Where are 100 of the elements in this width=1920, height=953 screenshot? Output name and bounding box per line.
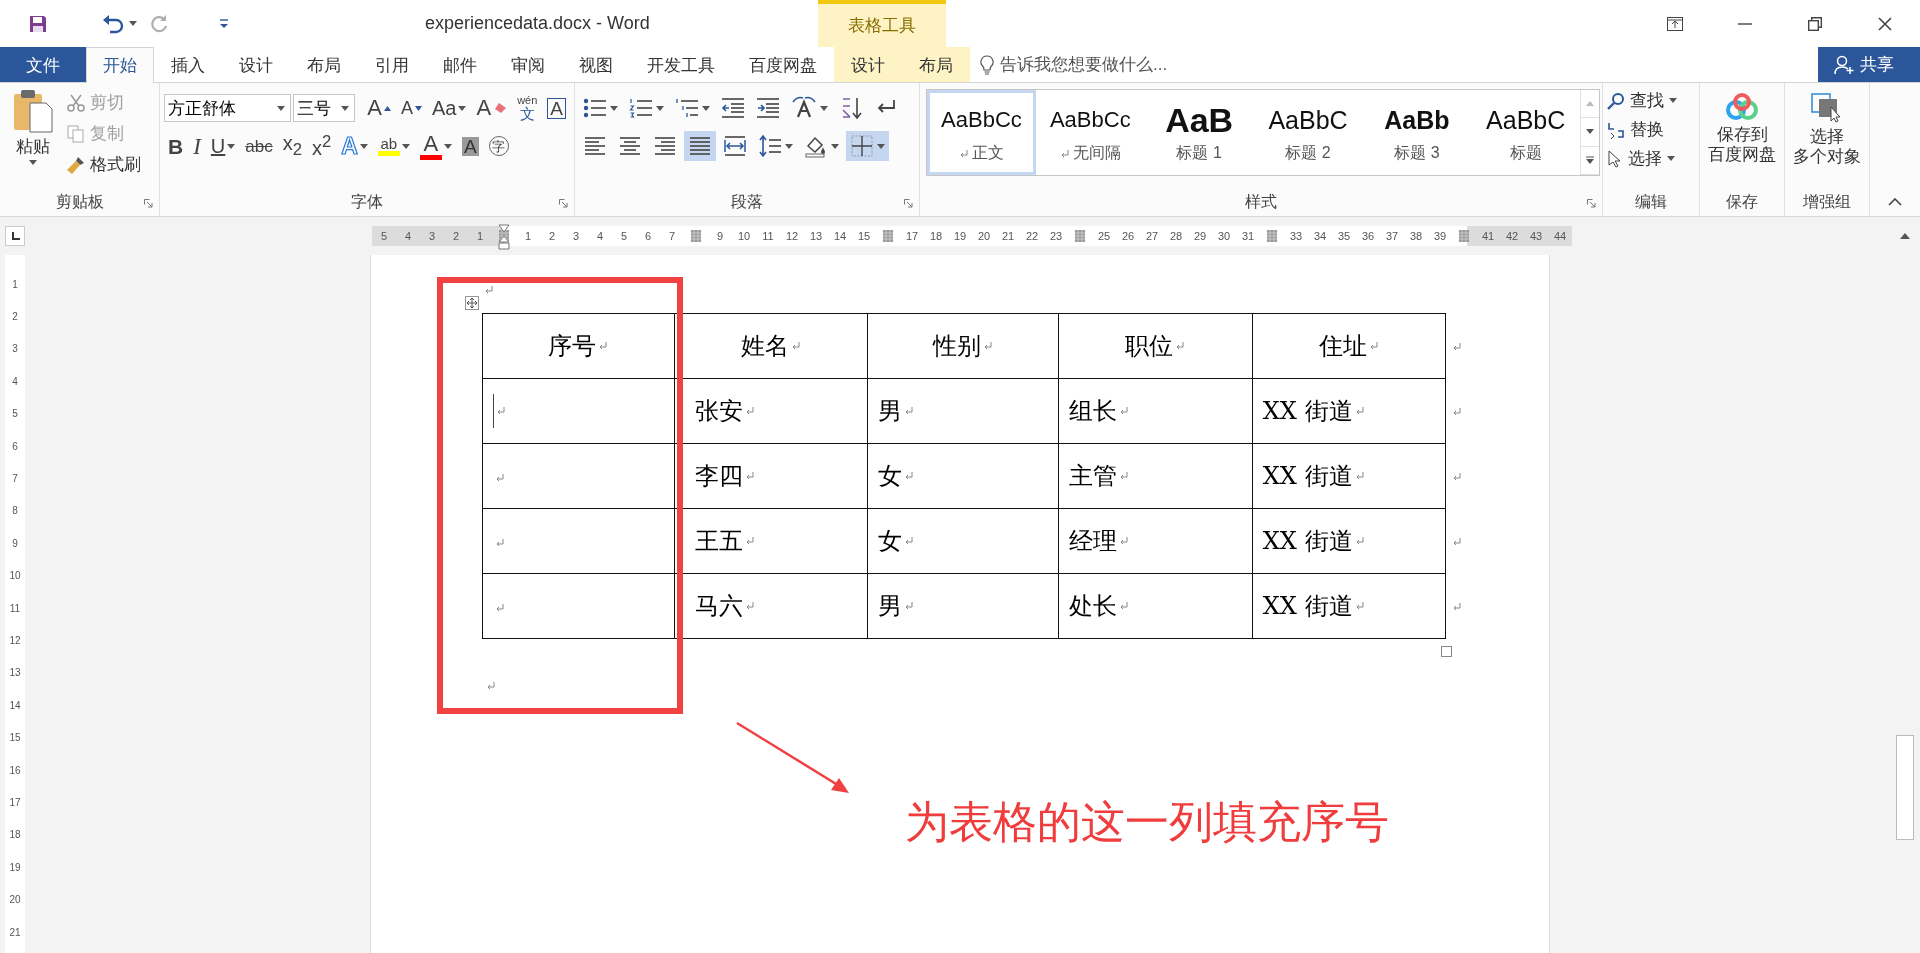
ruler-number: 29 bbox=[1193, 230, 1207, 242]
character-scale-icon bbox=[791, 96, 817, 120]
ruler-number: 12 bbox=[785, 230, 799, 242]
strikethrough-button[interactable]: abc bbox=[241, 131, 277, 161]
ruler-number: 43 bbox=[1529, 230, 1543, 242]
tab-selector[interactable] bbox=[5, 226, 25, 246]
style-item[interactable]: AaB 标题 1 bbox=[1144, 90, 1254, 175]
style-item[interactable]: AaBbC 标题 bbox=[1471, 90, 1581, 175]
scissors-icon bbox=[66, 92, 86, 113]
phonetic-guide-button[interactable]: wén 文 bbox=[513, 93, 542, 123]
ribbon-tab[interactable]: 视图 bbox=[562, 47, 630, 82]
borders-button[interactable] bbox=[846, 131, 889, 161]
ribbon-tab[interactable]: 布局 bbox=[290, 47, 358, 82]
eraser-icon bbox=[493, 102, 508, 114]
ruler-number: 3 bbox=[572, 230, 580, 242]
style-item[interactable]: AaBb 标题 3 bbox=[1362, 90, 1472, 175]
font-name-field[interactable]: 方正舒体 bbox=[164, 94, 291, 122]
style-item[interactable]: AaBbC 标题 2 bbox=[1253, 90, 1363, 175]
paragraph-mark-icon bbox=[1118, 471, 1129, 481]
script-button[interactable]: x$^{2}$ bbox=[308, 131, 336, 161]
up-triangle-icon bbox=[383, 105, 391, 111]
dialog-launcher-icon[interactable] bbox=[559, 199, 568, 208]
change-case-button[interactable]: Aa bbox=[427, 93, 471, 123]
table-resize-handle[interactable] bbox=[1440, 646, 1452, 657]
paragraph-mark-icon bbox=[1118, 601, 1129, 611]
paragraph-mark-icon bbox=[494, 602, 505, 613]
scrollbar-thumb[interactable] bbox=[1896, 735, 1915, 840]
script-button[interactable]: x$_{2}$ bbox=[278, 131, 306, 161]
tell-me-field[interactable]: 告诉我您想要做什么... bbox=[970, 47, 1192, 82]
column-marker-icon[interactable] bbox=[1459, 230, 1469, 242]
ribbon-tab[interactable]: 引用 bbox=[358, 47, 426, 82]
style-item[interactable]: AaBbCc 无间隔 bbox=[1035, 90, 1145, 175]
cloud-logo-icon bbox=[1725, 93, 1759, 121]
increase-indent-icon bbox=[756, 96, 780, 120]
bold-button[interactable]: B bbox=[164, 131, 188, 161]
dialog-launcher-icon[interactable] bbox=[904, 199, 913, 208]
highlight-button[interactable]: ab bbox=[373, 131, 414, 161]
table-move-handle-icon[interactable] bbox=[464, 296, 479, 310]
ruler-number: 22 bbox=[1025, 230, 1039, 242]
align-center-icon bbox=[618, 134, 642, 158]
share-button[interactable]: 共享 bbox=[1818, 47, 1920, 82]
ruler-number: 13 bbox=[9, 667, 21, 679]
ribbon-tab[interactable]: 百度网盘 bbox=[732, 47, 834, 82]
align-left-icon bbox=[583, 134, 607, 158]
ribbon-tab[interactable]: 审阅 bbox=[494, 47, 562, 82]
enclose-characters-button[interactable]: 字 bbox=[484, 131, 513, 161]
file-tab[interactable]: 文件 bbox=[0, 47, 86, 82]
ribbon-tab[interactable]: 开始 bbox=[86, 47, 154, 83]
ruler-number: 28 bbox=[1169, 230, 1183, 242]
caret-icon bbox=[458, 105, 467, 111]
format-painter-button[interactable]: 格式刷 bbox=[66, 151, 141, 178]
ribbon-tab[interactable]: 插入 bbox=[154, 47, 222, 82]
table-cell: 王五 bbox=[674, 508, 868, 574]
borders-icon bbox=[850, 134, 874, 158]
paragraph-mark-icon bbox=[790, 341, 801, 351]
paragraph-mark-icon bbox=[982, 341, 993, 351]
grow-font-button[interactable]: A bbox=[363, 93, 395, 123]
ribbon-tab[interactable]: 设计 bbox=[834, 47, 902, 82]
style-item[interactable]: AaBbCc 正文 bbox=[927, 90, 1036, 175]
replace-button[interactable]: 替换 bbox=[1607, 116, 1695, 143]
collapse-ribbon-icon[interactable] bbox=[1888, 198, 1902, 206]
ribbon-tab[interactable]: 设计 bbox=[222, 47, 290, 82]
column-marker-icon[interactable] bbox=[883, 230, 893, 242]
italic-button[interactable]: I bbox=[189, 131, 205, 161]
column-marker-icon[interactable] bbox=[691, 230, 701, 242]
underline-button[interactable]: U bbox=[206, 131, 240, 161]
ruler-number: 25 bbox=[1097, 230, 1111, 242]
ribbon-tab[interactable]: 布局 bbox=[902, 47, 970, 82]
down-triangle-icon bbox=[414, 105, 422, 111]
caret-icon bbox=[401, 143, 410, 149]
font-size-field[interactable]: 三号 bbox=[292, 94, 356, 122]
ruler-number: 26 bbox=[1121, 230, 1135, 242]
multilevel-list-icon bbox=[675, 96, 699, 120]
indent-marker-icon[interactable] bbox=[498, 224, 510, 250]
up-triangle-icon bbox=[1586, 101, 1595, 107]
shrink-font-button[interactable]: A bbox=[396, 93, 426, 123]
column-marker-icon[interactable] bbox=[1267, 230, 1277, 242]
paragraph-mark-icon bbox=[483, 285, 494, 295]
table-cell: XX 街道 bbox=[1252, 508, 1446, 574]
text-effects-button[interactable]: A bbox=[337, 131, 372, 161]
character-shading-button[interactable]: A bbox=[457, 131, 483, 161]
column-marker-icon[interactable] bbox=[1075, 230, 1085, 242]
clear-formatting-button[interactable]: A bbox=[472, 93, 512, 123]
font-color-button[interactable]: A bbox=[415, 131, 456, 161]
person-icon bbox=[1834, 54, 1854, 75]
save-to-cloud-button[interactable]: 保存到 百度网盘 bbox=[1704, 89, 1780, 188]
select-button[interactable]: 选择 bbox=[1607, 145, 1695, 172]
paragraph-mark-icon bbox=[485, 681, 496, 691]
dialog-launcher-icon[interactable] bbox=[144, 199, 153, 208]
table-cell: 男 bbox=[867, 573, 1059, 639]
table-header-cell: 住址 bbox=[1252, 313, 1446, 379]
find-button[interactable]: 查找 bbox=[1607, 87, 1695, 114]
paintbrush-icon bbox=[66, 154, 86, 175]
justify-button[interactable] bbox=[684, 131, 716, 161]
paste-button[interactable]: 粘贴 bbox=[4, 89, 62, 188]
dialog-launcher-icon[interactable] bbox=[1587, 199, 1596, 208]
ribbon-tab[interactable]: 邮件 bbox=[426, 47, 494, 82]
ruler-number: 4 bbox=[404, 230, 412, 242]
select-objects-button[interactable]: 选择 多个对象 bbox=[1789, 89, 1865, 188]
ribbon-tab[interactable]: 开发工具 bbox=[630, 47, 732, 82]
